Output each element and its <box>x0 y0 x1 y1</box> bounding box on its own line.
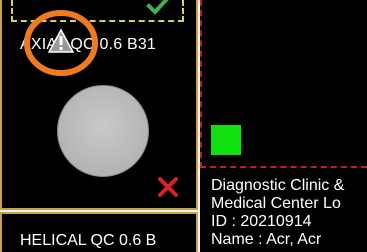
phantom-thumbnail-image <box>57 85 149 177</box>
department-text: Medical Center Lo <box>211 195 341 212</box>
patient-id-text: ID : 20210914 <box>211 213 312 230</box>
warning-icon[interactable] <box>22 8 100 78</box>
institution-text: Diagnostic Clinic & <box>211 177 345 194</box>
reject-x-icon[interactable] <box>156 175 180 199</box>
patient-name-text: Name : Acr, Acr <box>211 231 322 248</box>
status-marker <box>211 125 241 155</box>
check-icon[interactable] <box>146 0 170 16</box>
series-label-2: HELICAL QC 0.6 B <box>20 232 157 249</box>
